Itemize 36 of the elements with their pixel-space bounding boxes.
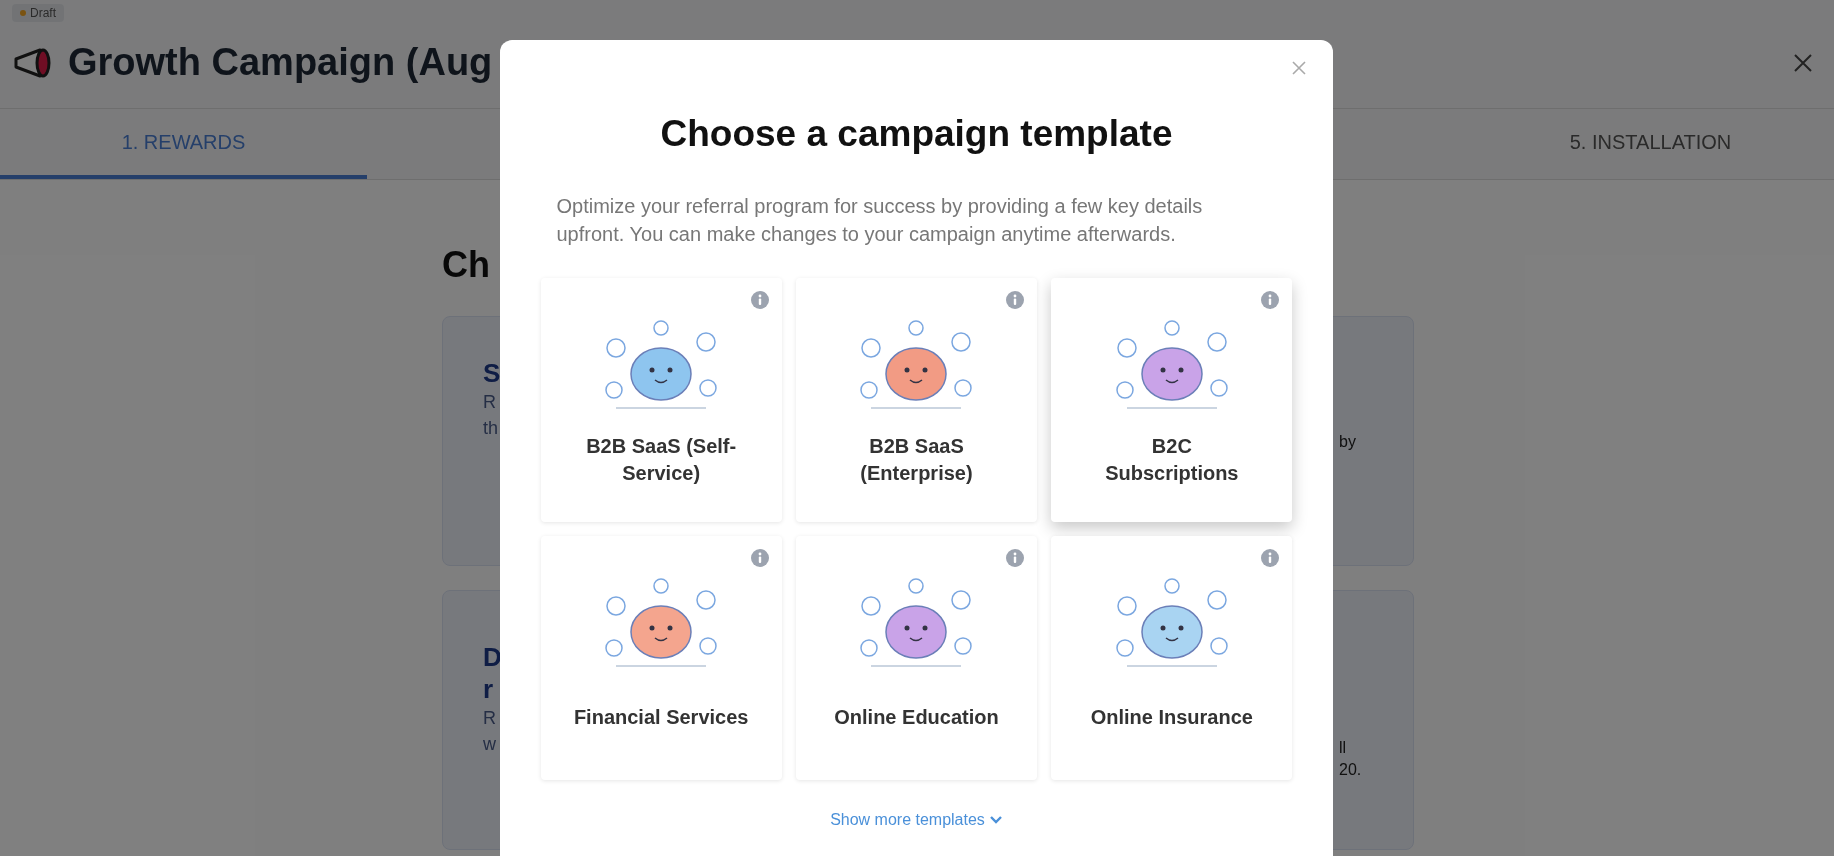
template-name: Financial Services [573, 705, 749, 730]
card-text-fragment: by [1339, 432, 1356, 452]
status-badge: Draft [12, 4, 64, 22]
close-icon[interactable] [1792, 51, 1814, 74]
template-card[interactable]: Online Education [795, 535, 1038, 780]
template-name: B2B SaaS (Enterprise) [859, 433, 974, 486]
info-icon[interactable] [749, 289, 770, 310]
info-icon[interactable] [1005, 289, 1026, 310]
info-icon[interactable] [1260, 289, 1281, 310]
template-card[interactable]: Financial Services [540, 535, 782, 780]
card-text-fragment: R [483, 391, 497, 414]
template-card[interactable]: Online Insurance [1051, 535, 1293, 780]
dialog-description: Optimize your referral program for success by providing a few key details upfront. You can make changes to your campaign anytime afterwards. [556, 193, 1204, 247]
card-heading-fragment: r [483, 673, 495, 705]
template-card[interactable]: B2B SaaS (Enterprise) [795, 277, 1038, 522]
card-text-fragment: w [483, 733, 497, 756]
card-text-fragment: th [483, 417, 499, 440]
card-text-fragment: ll [1339, 738, 1347, 758]
template-card[interactable]: B2C Subscriptions [1051, 277, 1293, 522]
template-name: Online Education [834, 705, 999, 730]
dialog-title: Choose a campaign template [660, 112, 1173, 156]
info-icon[interactable] [1260, 547, 1281, 568]
info-icon[interactable] [749, 547, 770, 568]
template-name: B2B SaaS (Self-Service) [585, 433, 738, 486]
section-heading: Ch [442, 243, 491, 287]
close-icon[interactable] [1291, 60, 1307, 76]
card-text-fragment: 20. [1339, 760, 1362, 780]
card-heading-fragment: D [483, 641, 502, 673]
card-text-fragment: R [483, 707, 497, 730]
info-icon[interactable] [1005, 547, 1026, 568]
card-heading-fragment: S [483, 357, 501, 389]
campaign-title: Growth Campaign (Aug [68, 40, 493, 85]
template-name: B2C Subscriptions [1104, 433, 1240, 486]
chevron-down-icon [988, 814, 1003, 825]
template-card[interactable]: B2B SaaS (Self-Service) [540, 277, 782, 522]
template-name: Online Insurance [1090, 705, 1253, 730]
